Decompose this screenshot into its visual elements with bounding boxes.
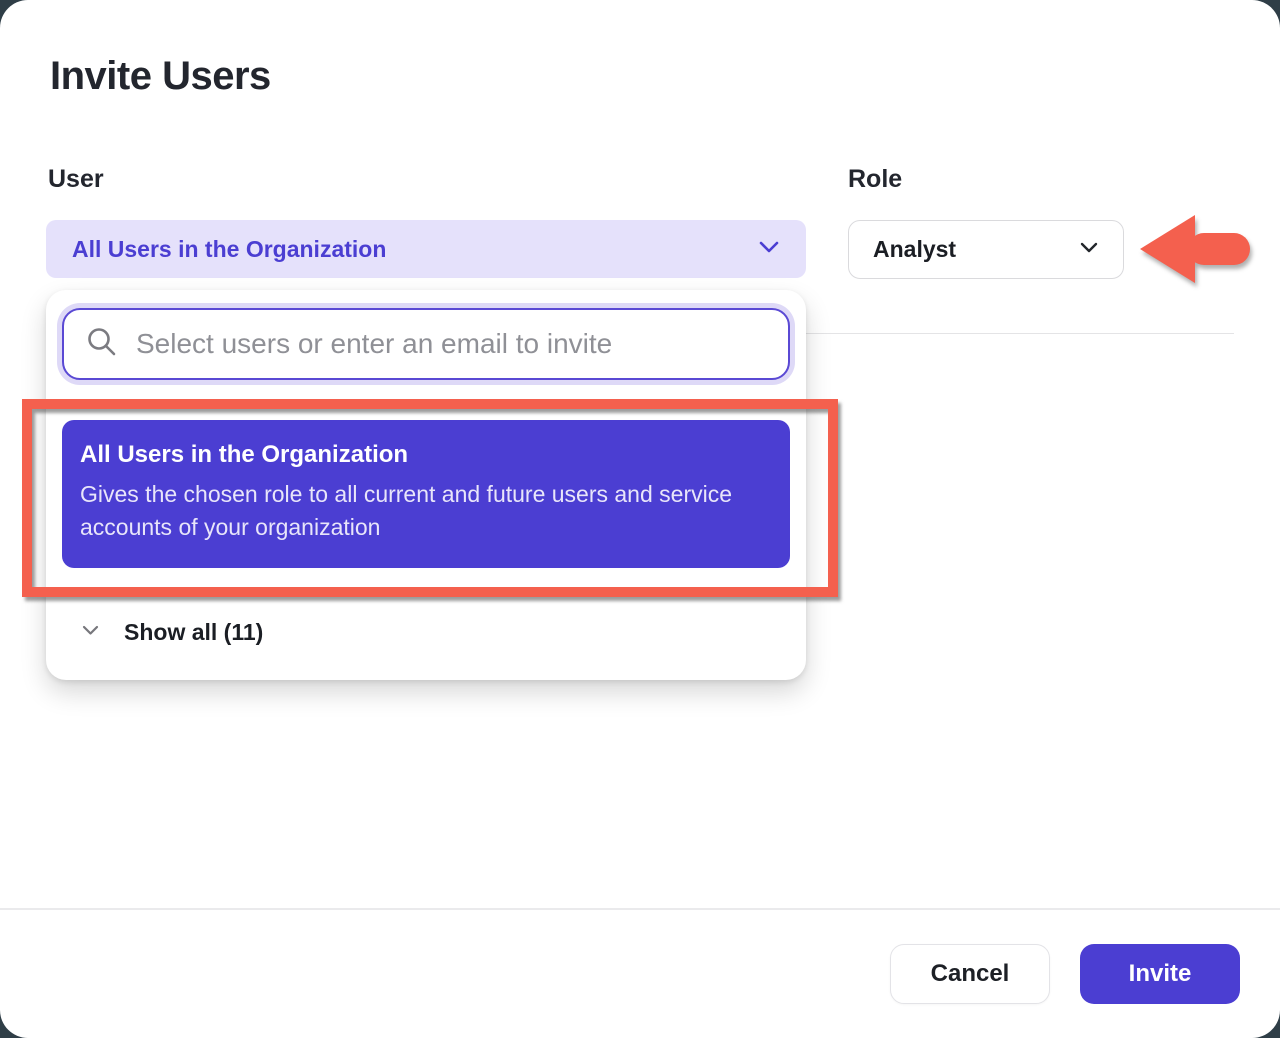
role-select[interactable]: Analyst xyxy=(848,220,1124,279)
show-all-label: Show all (11) xyxy=(124,619,263,646)
option-all-users[interactable]: All Users in the Organization Gives the … xyxy=(62,420,790,568)
search-icon xyxy=(86,326,118,363)
cancel-button[interactable]: Cancel xyxy=(890,944,1050,1004)
search-input[interactable] xyxy=(134,327,766,361)
option-description: Gives the chosen role to all current and… xyxy=(80,478,770,544)
show-all-toggle[interactable]: Show all (11) xyxy=(46,608,806,656)
red-arrow-annotation-icon xyxy=(1140,212,1252,286)
option-title: All Users in the Organization xyxy=(80,441,772,469)
chevron-down-icon xyxy=(82,623,99,641)
role-select-value: Analyst xyxy=(873,236,956,263)
invite-button[interactable]: Invite xyxy=(1080,944,1240,1004)
chevron-down-icon xyxy=(1079,241,1099,259)
page-title: Invite Users xyxy=(50,54,271,99)
user-dropdown-panel: All Users in the Organization Gives the … xyxy=(46,290,806,680)
role-field-label: Role xyxy=(848,165,902,194)
user-select[interactable]: All Users in the Organization xyxy=(46,220,806,278)
user-search-box[interactable] xyxy=(62,308,790,380)
user-select-value: All Users in the Organization xyxy=(72,236,386,263)
footer-divider xyxy=(0,908,1280,910)
chevron-down-icon xyxy=(758,240,780,259)
user-field-label: User xyxy=(48,165,104,194)
invite-users-dialog: Invite Users User Role All Users in the … xyxy=(0,0,1280,1038)
